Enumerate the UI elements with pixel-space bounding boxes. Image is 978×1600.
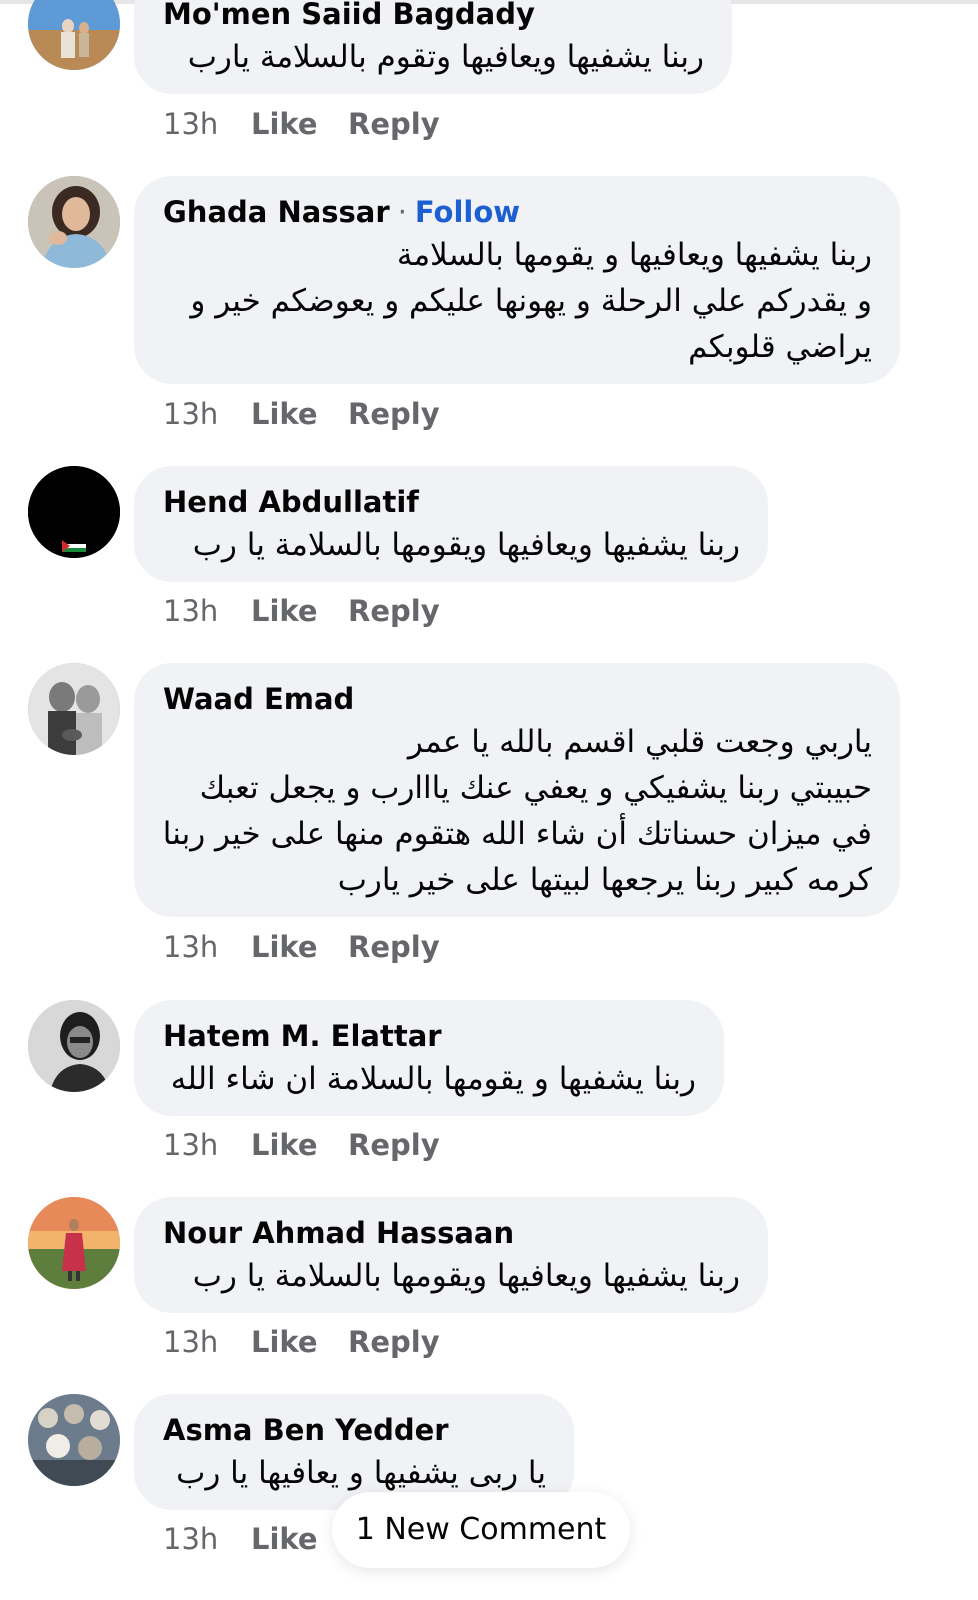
comment-bubble: Hend Abdullatif ربنا يشفيها ويعافيها ويق… bbox=[134, 466, 768, 582]
comment-timestamp[interactable]: 13h bbox=[163, 591, 251, 631]
comment-text-line: كرمه كبير ربنا يرجعها لبيتها على خير يار… bbox=[337, 862, 872, 898]
comment-text-line: يا ربى يشفيها و يعافيها يا رب bbox=[176, 1455, 546, 1491]
comment-author[interactable]: Waad Emad bbox=[163, 682, 354, 716]
comment-actions: 13h Like Reply bbox=[163, 591, 440, 631]
like-button[interactable]: Like bbox=[251, 394, 348, 434]
comment-author[interactable]: Hatem M. Elattar bbox=[163, 1019, 442, 1053]
comment-text-line: في ميزان حسناتك أن شاء الله هتقوم منها ع… bbox=[162, 816, 872, 852]
comment-bubble: Mo'men Saiid Bagdady ربنا يشفيها ويعافيه… bbox=[134, 0, 732, 94]
reply-button[interactable]: Reply bbox=[348, 591, 440, 631]
avatar[interactable] bbox=[28, 466, 120, 558]
like-button[interactable]: Like bbox=[251, 591, 348, 631]
follow-button[interactable]: Follow bbox=[415, 195, 520, 229]
comment-timestamp[interactable]: 13h bbox=[163, 394, 251, 434]
comment-bubble: Ghada Nassar · Follow ربنا يشفيها ويعافيها… bbox=[134, 176, 900, 384]
like-button[interactable]: Like bbox=[251, 1322, 348, 1362]
comment-timestamp[interactable]: 13h bbox=[163, 1519, 251, 1559]
new-comment-button[interactable]: 1 New Comment bbox=[332, 1492, 630, 1568]
comment-text: ياربي وجعت قلبي اقسم بالله يا عمر حبيبتي… bbox=[163, 719, 872, 903]
comment-text-line: ربنا يشفيها ويعافيها و يقومها بالسلامة bbox=[396, 237, 872, 273]
reply-button[interactable]: Reply bbox=[348, 927, 440, 967]
comment-text: يا ربى يشفيها و يعافيها يا رب bbox=[163, 1450, 546, 1496]
comment-timestamp[interactable]: 13h bbox=[163, 1125, 251, 1165]
comment-timestamp[interactable]: 13h bbox=[163, 927, 251, 967]
comment-text: ربنا يشفيها ويعافيها ويقومها بالسلامة يا… bbox=[163, 522, 740, 568]
comment-text-line: ربنا يشفيها ويعافيها وتقوم بالسلامة يارب bbox=[187, 39, 704, 75]
comment-text-line: و يقدركم علي الرحلة و يهونها عليكم و يعو… bbox=[190, 283, 872, 319]
comment-actions: 13h Like Reply bbox=[163, 927, 440, 967]
comment-actions: 13h Like Reply bbox=[163, 1125, 440, 1165]
comment-timestamp[interactable]: 13h bbox=[163, 104, 251, 144]
comment-text-line: ربنا يشفيها ويعافيها ويقومها بالسلامة يا… bbox=[192, 1258, 740, 1294]
comment-text-line: حبيبتي ربنا يشفيكي و يعفي عنك يااارب و ي… bbox=[199, 770, 872, 806]
comment-bubble: Hatem M. Elattar ربنا يشفيها و يقومها با… bbox=[134, 1000, 724, 1116]
comment-text-line: ياربي وجعت قلبي اقسم بالله يا عمر bbox=[407, 724, 872, 760]
reply-button[interactable]: Reply bbox=[348, 1322, 440, 1362]
comment-text: ربنا يشفيها ويعافيها وتقوم بالسلامة يارب bbox=[163, 34, 704, 80]
comment-author[interactable]: Ghada Nassar bbox=[163, 195, 390, 229]
comment-bubble: Nour Ahmad Hassaan ربنا يشفيها ويعافيها … bbox=[134, 1197, 768, 1313]
comment-author[interactable]: Nour Ahmad Hassaan bbox=[163, 1216, 514, 1250]
comment-text-line: ربنا يشفيها و يقومها بالسلامة ان شاء الل… bbox=[170, 1061, 696, 1097]
avatar[interactable] bbox=[28, 663, 120, 755]
comment-author[interactable]: Asma Ben Yedder bbox=[163, 1413, 449, 1447]
avatar[interactable] bbox=[28, 1197, 120, 1289]
comment-text: ربنا يشفيها ويعافيها ويقومها بالسلامة يا… bbox=[163, 1253, 740, 1299]
avatar[interactable] bbox=[28, 0, 120, 70]
comment-actions: 13h Like Reply bbox=[163, 1322, 440, 1362]
like-button[interactable]: Like bbox=[251, 927, 348, 967]
reply-button[interactable]: Reply bbox=[348, 1125, 440, 1165]
reply-button[interactable]: Reply bbox=[348, 394, 440, 434]
comment-actions: 13h Like bbox=[163, 1519, 348, 1559]
avatar[interactable] bbox=[28, 176, 120, 268]
avatar[interactable] bbox=[28, 1000, 120, 1092]
like-button[interactable]: Like bbox=[251, 1125, 348, 1165]
comment-text-line: ربنا يشفيها ويعافيها ويقومها بالسلامة يا… bbox=[192, 527, 740, 563]
comment-text-line: يراضي قلوبكم bbox=[688, 329, 872, 365]
like-button[interactable]: Like bbox=[251, 104, 348, 144]
comment-timestamp[interactable]: 13h bbox=[163, 1322, 251, 1362]
comment-author[interactable]: Hend Abdullatif bbox=[163, 485, 419, 519]
separator-dot: · bbox=[397, 195, 407, 229]
avatar[interactable] bbox=[28, 1394, 120, 1486]
comment-actions: 13h Like Reply bbox=[163, 104, 440, 144]
comment-actions: 13h Like Reply bbox=[163, 394, 440, 434]
reply-button[interactable]: Reply bbox=[348, 104, 440, 144]
comment-text: ربنا يشفيها و يقومها بالسلامة ان شاء الل… bbox=[163, 1056, 696, 1102]
comment-text: ربنا يشفيها ويعافيها و يقومها بالسلامة و… bbox=[163, 232, 872, 370]
comment-bubble: Waad Emad ياربي وجعت قلبي اقسم بالله يا … bbox=[134, 663, 900, 917]
comment-author[interactable]: Mo'men Saiid Bagdady bbox=[163, 0, 535, 31]
